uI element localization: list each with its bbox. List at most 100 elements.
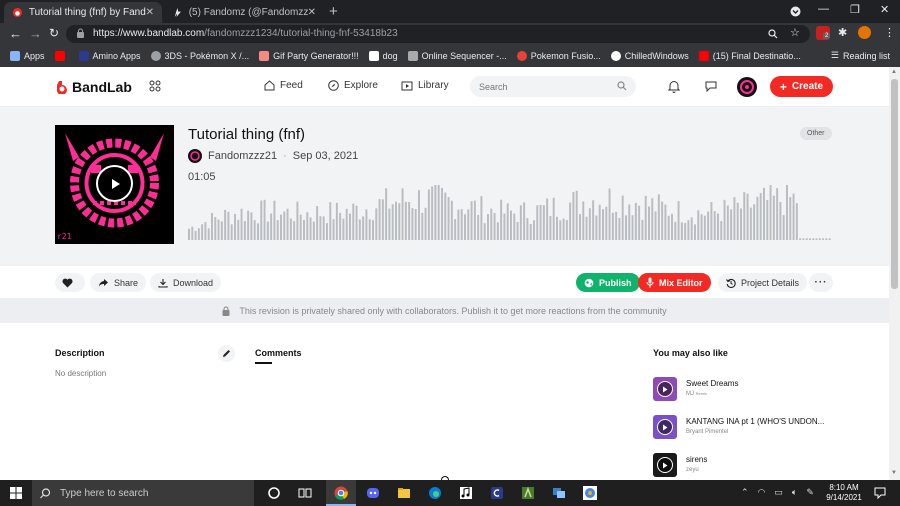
extensions-puzzle-icon[interactable]: ✱ [838,26,847,39]
discord-icon[interactable] [366,486,380,500]
volume-icon[interactable]: 🔈︎ [792,487,797,498]
windows-start-icon[interactable] [10,487,22,499]
user-avatar[interactable] [737,77,757,97]
suggestion-item[interactable]: Sweet Dreams MJ Remix [653,377,843,401]
play-icon [111,178,120,189]
meta-separator: · [283,150,287,162]
back-icon[interactable]: ← [9,26,22,41]
waveform-bar [631,215,634,240]
edge-icon[interactable] [428,486,442,500]
scroll-thumb[interactable] [891,79,898,289]
suggestion-artist: zeyu [686,467,699,473]
zoom-search-icon[interactable] [768,29,778,39]
nav-explore[interactable]: Explore [328,80,378,91]
tab-search-icon[interactable] [790,6,801,17]
heart-icon [62,278,73,287]
scroll-up-icon[interactable]: ▲ [891,69,897,75]
tray-expand-icon[interactable]: ⌃ [741,487,749,498]
pen-icon[interactable]: ✎ [806,487,814,498]
notifications-bell-icon[interactable] [668,80,680,93]
nav-feed[interactable]: Feed [264,80,303,91]
url-text: https://www.bandlab.com/fandomzzz1234/tu… [93,28,398,39]
tab-close-icon[interactable]: ✕ [146,7,154,18]
publish-button[interactable]: Publish [576,273,640,292]
restore-icon[interactable]: ❐ [850,3,860,16]
more-options-button[interactable]: ··· [809,273,833,292]
tab-active[interactable]: Tutorial thing (fnf) by Fandomzzz21 ✕ [4,2,162,23]
download-button[interactable]: Download [150,273,222,292]
bookmark-final-destination[interactable]: (15) Final Destinatio... [698,51,801,61]
chrome-menu-icon[interactable]: ⋮ [884,26,895,39]
taskbar-clock[interactable]: 8:10 AM 9/14/2021 [826,483,862,503]
bookmark-chilledwindows[interactable]: ChilledWindows [610,51,689,61]
battery-icon[interactable]: ▭ [774,487,783,498]
app-c-icon[interactable] [490,486,504,500]
share-button[interactable]: Share [90,273,147,292]
suggestion-thumbnail[interactable] [653,453,677,477]
artist-name[interactable]: Fandomzzz21 [208,150,277,162]
bookmark-gif-party[interactable]: Gif Party Generator!!! [259,51,359,61]
reading-list[interactable]: ☰ Reading list [831,50,890,61]
comments-tab[interactable]: Comments [255,348,302,358]
search-icon[interactable] [617,81,627,91]
mix-editor-button[interactable]: Mix Editor [638,273,711,292]
cortana-icon[interactable] [267,486,281,500]
taskbar-search[interactable]: Type here to search [32,480,254,506]
waveform-bar [493,212,496,240]
waveform-bar [289,218,292,240]
forward-icon[interactable]: → [29,26,42,41]
waveform[interactable] [188,185,832,240]
bookmark-online-sequencer[interactable]: Online Sequencer -... [407,51,507,61]
task-view-icon[interactable] [298,486,312,500]
nav-library[interactable]: Library [401,80,449,91]
file-explorer-icon[interactable] [397,486,411,500]
bookmark-apps[interactable]: Apps [10,51,45,61]
bookmark-amino[interactable]: Amino Apps [78,51,141,61]
notification-center-icon[interactable] [874,487,886,499]
page-scrollbar[interactable]: ▲ ▼ [889,67,900,480]
minimize-icon[interactable]: — [818,3,829,15]
waveform-bar [464,214,466,240]
close-window-icon[interactable]: ✕ [880,3,889,16]
scroll-down-icon[interactable]: ▼ [891,470,897,476]
project-details-button[interactable]: Project Details [718,273,808,292]
chrome-canary-icon[interactable] [583,486,597,500]
track-cover-art[interactable]: r21 [55,125,174,244]
genre-badge[interactable]: Other [800,127,832,140]
waveform-bar [329,202,332,240]
adblock-extension-icon[interactable]: 2 [816,26,831,40]
waveform-bar [441,187,443,240]
bookmark-youtube[interactable] [54,51,69,61]
apps-grid-icon[interactable] [149,80,161,92]
profile-avatar-icon[interactable] [858,26,871,39]
suggestion-thumbnail[interactable] [653,377,677,401]
bookmark-dog[interactable]: dog [368,51,398,61]
artist-avatar[interactable] [188,149,202,163]
new-tab-icon[interactable]: + [329,3,338,20]
messages-icon[interactable] [704,80,718,92]
android-studio-icon[interactable] [521,486,535,500]
avatar-image-icon [740,80,754,94]
suggestion-item[interactable]: sirens zeyu [653,453,843,477]
play-button[interactable] [96,165,133,202]
bandlab-logo[interactable]: BandLab [55,79,132,95]
chrome-icon [334,486,348,500]
tab-close-icon[interactable]: ✕ [308,7,316,18]
bookmark-star-icon[interactable]: ☆ [790,26,800,39]
suggestion-item[interactable]: KANTANG INA pt 1 (WHO'S UNDON... Bryant … [653,415,843,439]
suggestion-thumbnail[interactable] [653,415,677,439]
address-bar[interactable]: https://www.bandlab.com/fandomzzz1234/tu… [66,25,810,43]
waveform-bar [385,188,388,240]
tab-inactive[interactable]: (5) Fandomz (@Fandomzzz1234) ✕ [164,2,324,23]
taskbar-chrome-active[interactable] [326,480,356,506]
bookmark-pokemon-3ds[interactable]: 3DS - Pokémon X /... [150,51,249,61]
like-button[interactable] [55,273,85,292]
network-app-icon[interactable] [552,486,566,500]
reload-icon[interactable]: ↻ [49,26,59,40]
wifi-icon[interactable]: ◠ [758,487,766,498]
search-input[interactable] [470,76,636,97]
music-app-icon[interactable] [459,486,473,500]
bookmark-pokemon-fusion[interactable]: Pokemon Fusio... [516,51,601,61]
edit-description-button[interactable] [218,345,235,362]
create-button[interactable]: + Create [770,76,833,97]
